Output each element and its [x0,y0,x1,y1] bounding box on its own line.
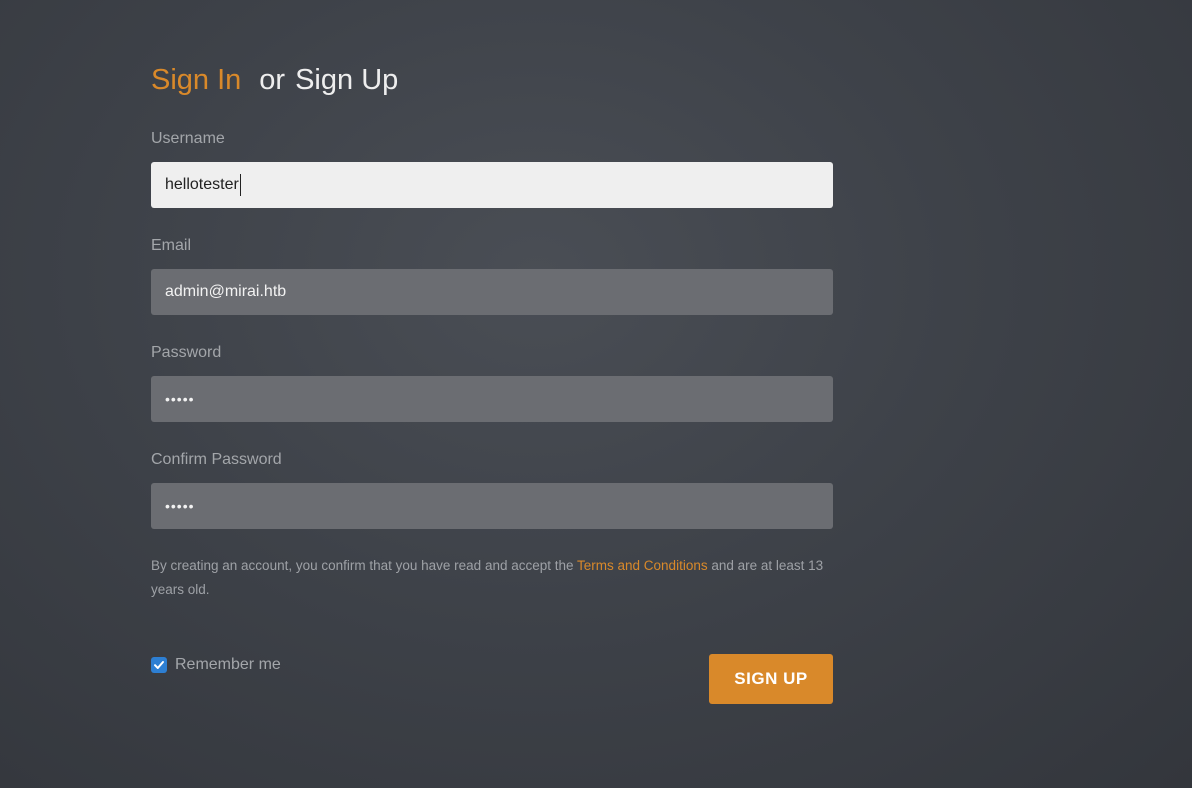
form-heading: Sign In or Sign Up [151,62,833,98]
email-value: admin@mirai.htb [165,283,287,300]
sign-up-button[interactable]: SIGN UP [709,654,833,704]
email-field[interactable]: admin@mirai.htb [151,269,833,315]
username-value: hellotester [165,176,239,193]
confirm-password-field[interactable]: ••••• [151,483,833,529]
terms-and-conditions-link[interactable]: Terms and Conditions [577,558,708,573]
checkmark-icon[interactable] [151,657,167,673]
confirm-password-value: ••••• [165,498,195,514]
username-label: Username [151,130,225,147]
sign-in-tab[interactable]: Sign In [151,64,241,96]
signup-form: Sign In or Sign Up Username hellotester Em… [151,62,833,704]
terms-text-before: By creating an account, you confirm that… [151,558,578,573]
confirm-password-label: Confirm Password [151,451,282,468]
remember-me-label: Remember me [175,656,281,673]
password-label: Password [151,344,222,361]
remember-me-checkbox[interactable]: Remember me [151,656,281,674]
email-label: Email [151,237,192,254]
password-field[interactable]: ••••• [151,376,833,422]
terms-notice: By creating an account, you confirm that… [151,554,841,602]
heading-or-text: or [259,64,286,96]
text-caret [239,173,241,196]
sign-up-tab[interactable]: Sign Up [295,64,398,96]
username-field[interactable]: hellotester [151,162,833,208]
password-value: ••••• [165,391,195,407]
